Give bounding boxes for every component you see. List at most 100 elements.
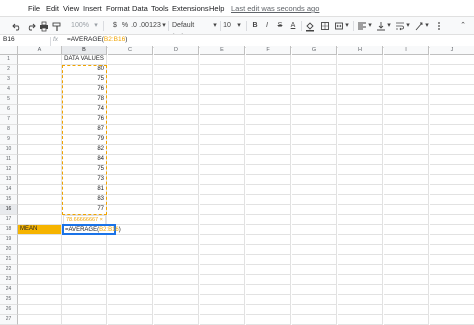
cell-g4[interactable] [292, 85, 337, 95]
cell-g19[interactable] [292, 235, 337, 245]
decrease-decimal-button[interactable]: .0 [130, 20, 138, 32]
cell-b22[interactable] [62, 265, 107, 275]
cell-c7[interactable] [108, 115, 153, 125]
column-header-g[interactable]: G [292, 46, 337, 55]
cell-i9[interactable] [384, 135, 429, 145]
cell-e8[interactable] [200, 125, 245, 135]
cell-i26[interactable] [384, 305, 429, 315]
cell-d27[interactable] [154, 315, 199, 325]
cell-a17[interactable] [18, 215, 62, 225]
cell-d26[interactable] [154, 305, 199, 315]
cell-f19[interactable] [246, 235, 291, 245]
cell-g16[interactable] [292, 205, 337, 215]
cell-h23[interactable] [338, 275, 383, 285]
cell-b23[interactable] [62, 275, 107, 285]
row-header-18[interactable]: 18 [0, 225, 18, 235]
bold-button[interactable]: B [251, 20, 259, 32]
cell-c6[interactable] [108, 105, 153, 115]
cell-a19[interactable] [18, 235, 62, 245]
cell-i20[interactable] [384, 245, 429, 255]
menu-data[interactable]: Data [132, 4, 148, 13]
cell-f6[interactable] [246, 105, 291, 115]
cell-g5[interactable] [292, 95, 337, 105]
menu-extensions[interactable]: Extensions [172, 4, 209, 13]
cell-g13[interactable] [292, 175, 337, 185]
cell-j9[interactable] [430, 135, 474, 145]
cell-d3[interactable] [154, 75, 199, 85]
cell-e16[interactable] [200, 205, 245, 215]
cell-e13[interactable] [200, 175, 245, 185]
cell-c22[interactable] [108, 265, 153, 275]
cell-d12[interactable] [154, 165, 199, 175]
row-header-1[interactable]: 1 [0, 55, 18, 65]
cell-h5[interactable] [338, 95, 383, 105]
cell-f7[interactable] [246, 115, 291, 125]
cell-d10[interactable] [154, 145, 199, 155]
cell-g24[interactable] [292, 285, 337, 295]
row-header-14[interactable]: 14 [0, 185, 18, 195]
cell-g26[interactable] [292, 305, 337, 315]
cell-h22[interactable] [338, 265, 383, 275]
cell-a2[interactable] [18, 65, 62, 75]
cell-d6[interactable] [154, 105, 199, 115]
row-header-16[interactable]: 16 [0, 205, 18, 215]
row-header-13[interactable]: 13 [0, 175, 18, 185]
cell-f1[interactable] [246, 55, 291, 65]
cell-b26[interactable] [62, 305, 107, 315]
cell-j20[interactable] [430, 245, 474, 255]
cell-d4[interactable] [154, 85, 199, 95]
cell-h19[interactable] [338, 235, 383, 245]
cell-h7[interactable] [338, 115, 383, 125]
cell-f27[interactable] [246, 315, 291, 325]
font-size-select[interactable]: 10 [222, 20, 232, 32]
row-header-9[interactable]: 9 [0, 135, 18, 145]
cell-c8[interactable] [108, 125, 153, 135]
cell-c15[interactable] [108, 195, 153, 205]
text-rotation-icon[interactable] [414, 20, 424, 32]
vertical-align-chevron-down-icon[interactable]: ▾ [386, 20, 392, 32]
cell-d14[interactable] [154, 185, 199, 195]
zoom-select[interactable]: 100% [68, 20, 92, 32]
cell-h20[interactable] [338, 245, 383, 255]
cell-h25[interactable] [338, 295, 383, 305]
cell-a25[interactable] [18, 295, 62, 305]
cell-h16[interactable] [338, 205, 383, 215]
cell-d25[interactable] [154, 295, 199, 305]
cell-d19[interactable] [154, 235, 199, 245]
cell-j22[interactable] [430, 265, 474, 275]
cell-d2[interactable] [154, 65, 199, 75]
cell-g14[interactable] [292, 185, 337, 195]
last-edit-link[interactable]: Last edit was seconds ago [231, 4, 319, 13]
cell-h6[interactable] [338, 105, 383, 115]
cell-i24[interactable] [384, 285, 429, 295]
cell-i17[interactable] [384, 215, 429, 225]
cell-i2[interactable] [384, 65, 429, 75]
row-header-5[interactable]: 5 [0, 95, 18, 105]
zoom-chevron-down-icon[interactable]: ▾ [93, 20, 99, 32]
cell-g10[interactable] [292, 145, 337, 155]
cell-a3[interactable] [18, 75, 62, 85]
more-formats-button[interactable]: 123 [149, 20, 161, 32]
cell-h27[interactable] [338, 315, 383, 325]
cell-b27[interactable] [62, 315, 107, 325]
cell-j1[interactable] [430, 55, 474, 65]
cell-g9[interactable] [292, 135, 337, 145]
row-header-6[interactable]: 6 [0, 105, 18, 115]
cell-c1[interactable] [108, 55, 153, 65]
cell-j15[interactable] [430, 195, 474, 205]
cell-a21[interactable] [18, 255, 62, 265]
cell-d20[interactable] [154, 245, 199, 255]
cell-i5[interactable] [384, 95, 429, 105]
row-header-4[interactable]: 4 [0, 85, 18, 95]
print-icon[interactable] [39, 20, 49, 32]
cell-c11[interactable] [108, 155, 153, 165]
collapse-toolbar-chevron-up-icon[interactable]: ⌃ [458, 20, 468, 32]
cell-a16[interactable] [18, 205, 62, 215]
cell-i18[interactable] [384, 225, 429, 235]
cell-d8[interactable] [154, 125, 199, 135]
cell-b21[interactable] [62, 255, 107, 265]
row-header-2[interactable]: 2 [0, 65, 18, 75]
cell-g11[interactable] [292, 155, 337, 165]
font-family-select[interactable]: Default (Ari... [172, 20, 212, 41]
cell-g21[interactable] [292, 255, 337, 265]
